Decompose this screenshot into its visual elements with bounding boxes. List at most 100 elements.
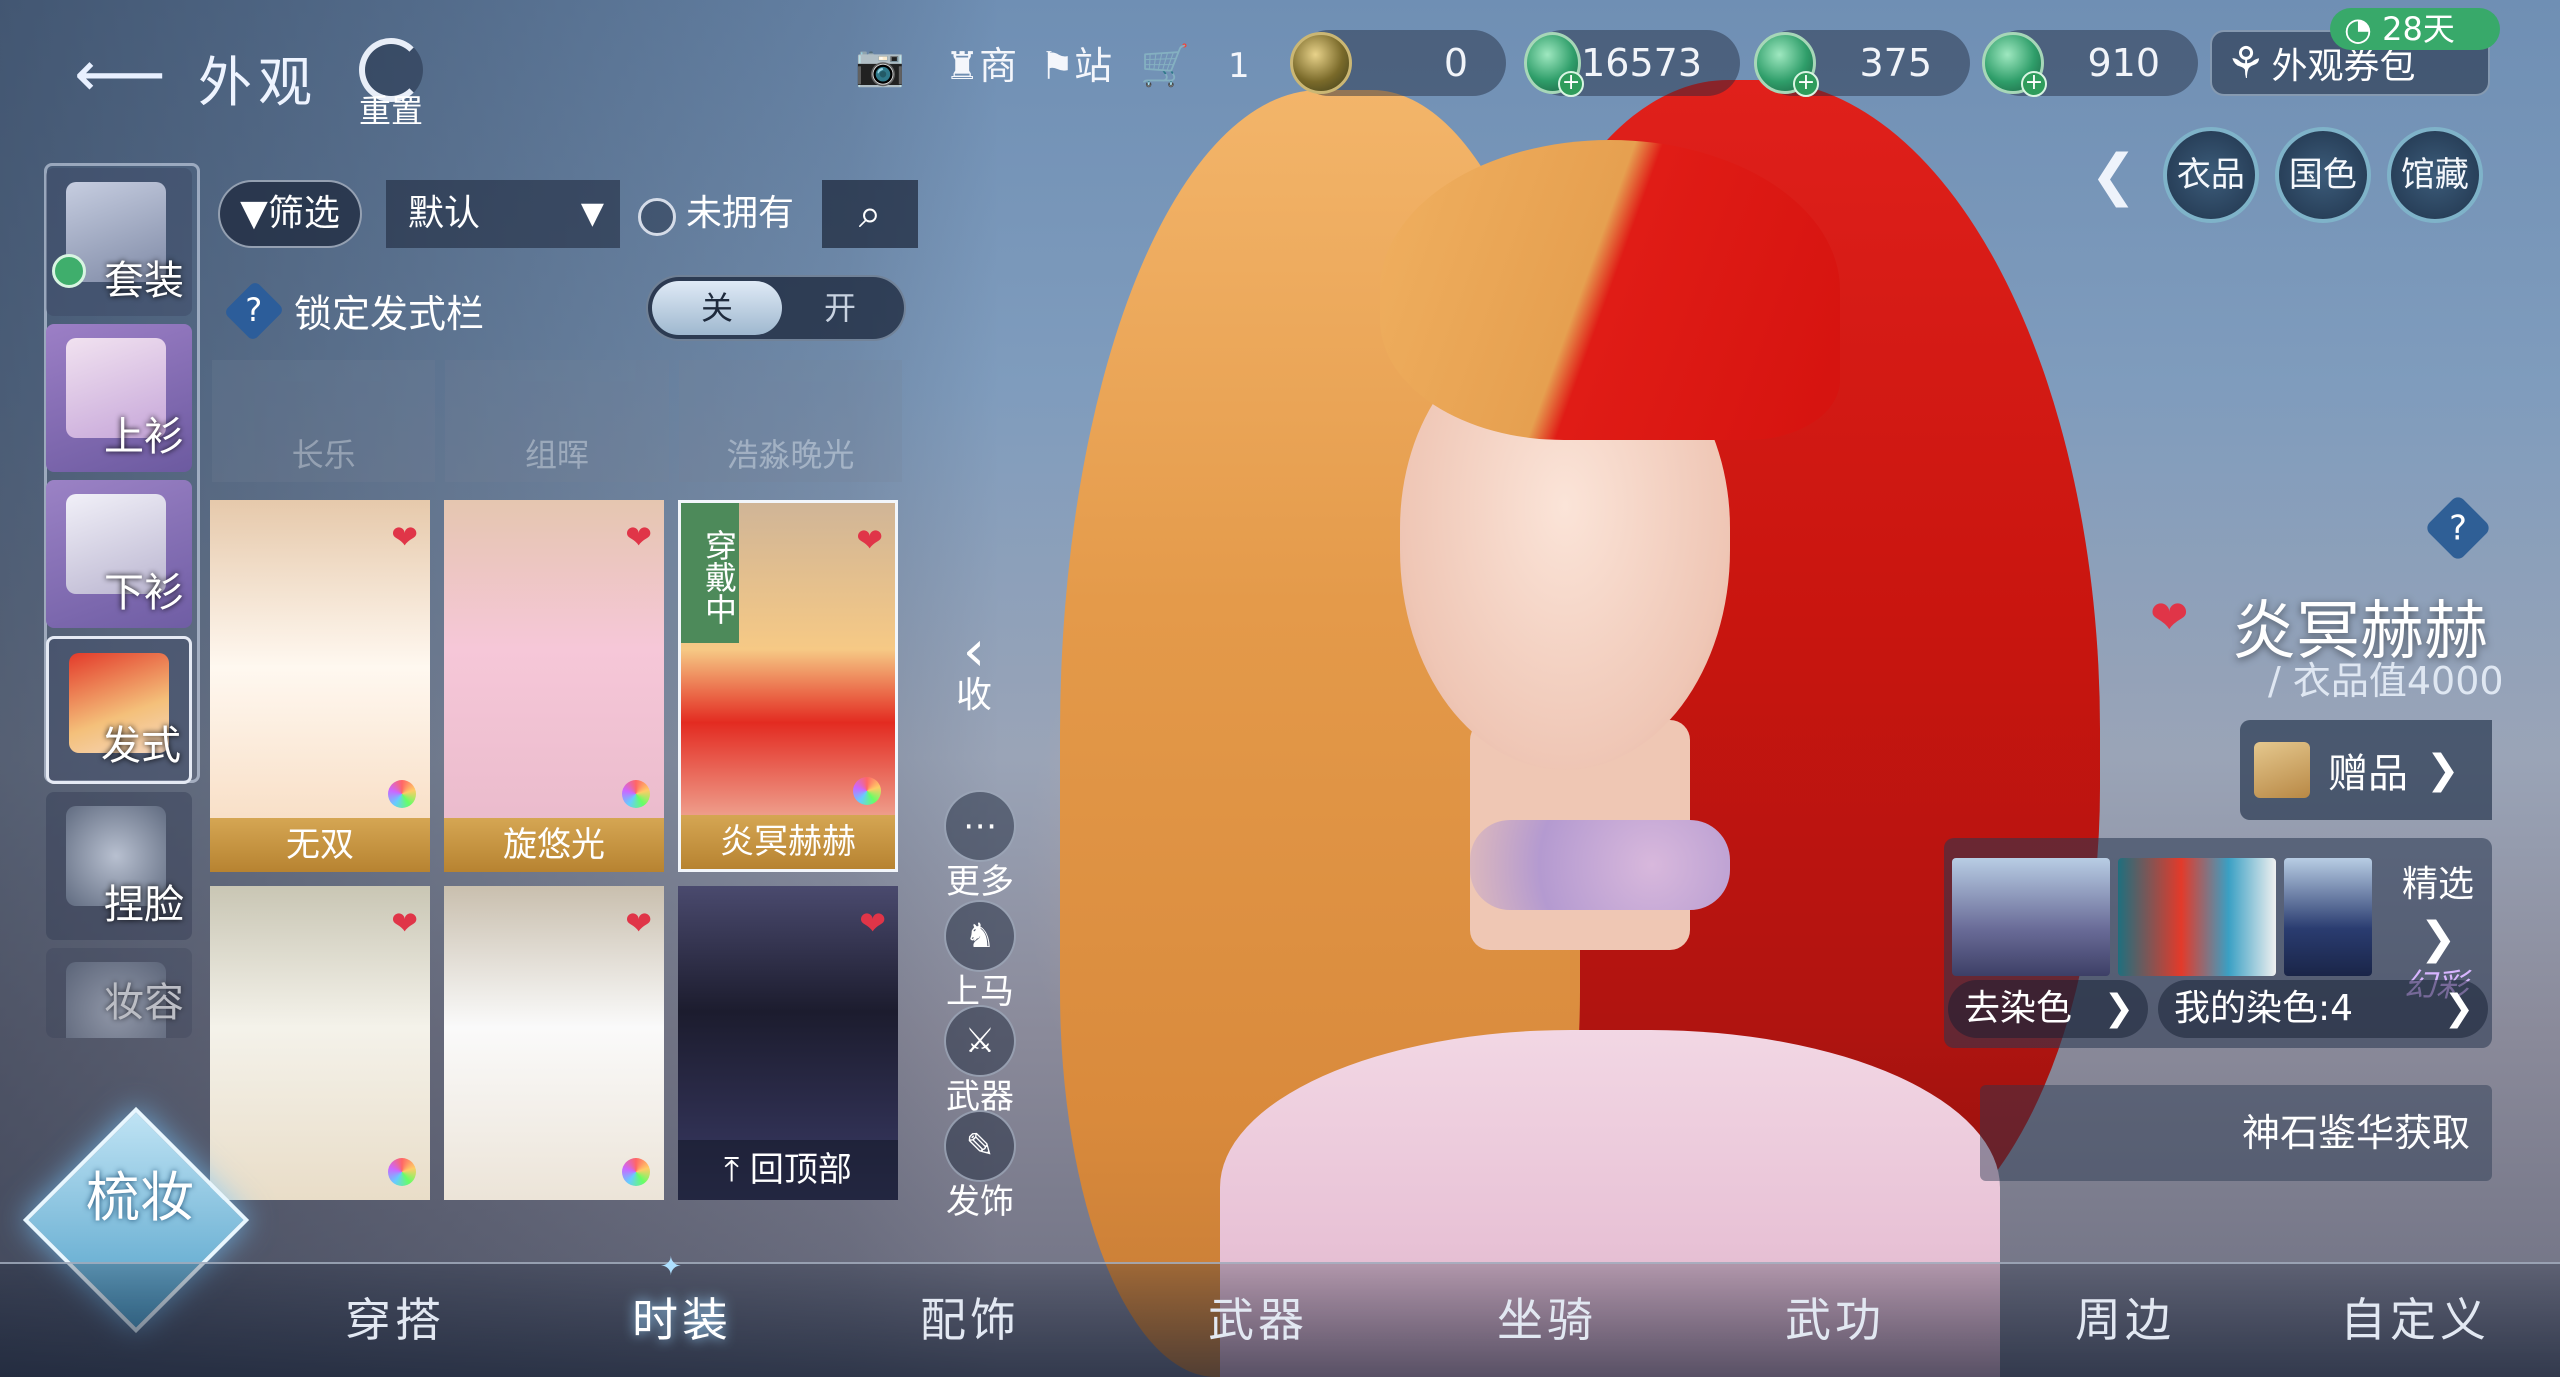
jade-currency-icon: + [1982,32,2047,97]
makeup-label[interactable]: 梳妆 [80,1170,200,1226]
obtain-link[interactable]: 神石鉴华获取 [1980,1085,2492,1181]
favorite-heart-icon[interactable]: ❤ [859,904,886,942]
chevron-right-icon: ❯ [2103,988,2134,1029]
favorite-heart-icon[interactable]: ❤ [625,518,652,556]
station-button[interactable]: ⚑站 [1040,36,1112,96]
plus-icon[interactable]: + [1793,71,1819,97]
back-arrow-icon[interactable]: ⟵ [70,35,170,115]
lock-toggle[interactable]: 关 开 [646,275,906,341]
gift-button[interactable]: 赠品 ❯ [2240,720,2492,820]
wearing-badge: 穿戴中 [681,503,739,643]
chevron-right-icon: ❯ [2443,988,2474,1029]
dye-preview[interactable] [1952,858,2110,976]
sidebar-item-hairstyle[interactable]: 发式 [46,636,192,784]
chevron-right-icon: ❯ [2419,913,2457,964]
gem-currency-icon [1290,32,1352,94]
tab-guancang[interactable]: 馆藏 [2386,127,2483,223]
sword-icon: ⚔ [944,1005,1016,1077]
item-value: / 衣品值4000 [2268,659,2504,703]
list-item[interactable]: 长乐 [212,360,436,482]
featured-button[interactable]: 精选 ❯ [2390,858,2486,966]
list-item[interactable]: 组晖 [445,360,669,482]
tab-accessory[interactable]: 配饰 [920,1284,1020,1350]
voucher-days-badge: ◔ 28天 [2330,8,2500,50]
tab-martial[interactable]: 武功 [1785,1284,1885,1350]
chevron-right-icon: ❯ [2426,747,2460,793]
tab-weapon[interactable]: 武器 [1208,1284,1308,1350]
more-icon: ⋯ [944,790,1016,862]
cart-icon[interactable]: 🛒 [1140,36,1190,96]
sort-dropdown[interactable]: 默认 ▼ [386,180,620,248]
right-tabs: ❮ 衣品 国色 馆藏 [2090,125,2483,225]
weapon-button[interactable]: ⚔ 武器 [938,1005,1022,1118]
chevron-left-icon[interactable]: ❮ [2090,143,2137,208]
tab-guose[interactable]: 国色 [2274,127,2371,223]
hairstyle-card-selected[interactable]: 穿戴中 ❤ 炎冥赫赫 [678,500,898,872]
color-orb-icon [388,780,416,808]
tab-fashion[interactable]: 时装 [632,1284,732,1350]
toggle-off[interactable]: 关 [652,281,782,335]
color-orb-icon [622,780,650,808]
color-orb-icon [622,1158,650,1186]
tab-periphery[interactable]: 周边 [2075,1284,2175,1350]
hairstyle-card[interactable]: ❤ [444,886,664,1200]
jade-currency-icon: + [1524,32,1585,97]
plus-icon[interactable]: + [1558,71,1585,97]
hairstyle-card[interactable]: ❤ [210,886,430,1200]
tab-mount[interactable]: 坐骑 [1497,1284,1597,1350]
filter-row: ▼筛选 默认 ▼ 未拥有 ⌕ [218,180,918,252]
jade-currency-3[interactable]: + 910 [1982,30,2198,97]
favorite-heart-icon[interactable]: ❤ [625,904,652,942]
notice-dot-icon [52,254,86,288]
favorite-heart-icon[interactable]: ❤ [2150,590,2189,644]
favorite-heart-icon[interactable]: ❤ [856,521,883,559]
funnel-icon: ▼ [240,193,268,234]
chevron-left-icon: ‹ [962,619,986,684]
dye-preview[interactable] [2118,858,2276,976]
shop-button[interactable]: ♜商 [945,36,1017,96]
sidebar-item-suit[interactable]: 套装 [46,168,192,316]
radio-icon [638,198,676,236]
hair-accessory-button[interactable]: ✎ 发饰 [938,1110,1022,1223]
horse-icon: ♞ [944,900,1016,972]
toggle-on[interactable]: 开 [790,277,890,339]
tab-custom[interactable]: 自定义 [2340,1284,2490,1350]
jade-currency-2[interactable]: + 375 [1754,30,1970,97]
sidebar-item-face[interactable]: 捏脸 [46,792,192,940]
favorite-heart-icon[interactable]: ❤ [391,518,418,556]
search-icon[interactable]: ⌕ [822,180,918,248]
cart-count: 1 [1228,46,1250,86]
camera-icon[interactable]: 📷 [855,36,905,96]
tab-outfit[interactable]: 穿搭 [345,1284,445,1350]
filter-button[interactable]: ▼筛选 [218,180,362,248]
go-dye-button[interactable]: 去染色 ❯ [1948,980,2148,1038]
help-icon[interactable]: ? [223,280,285,342]
collapse-button[interactable]: ‹ 收 [944,619,1004,718]
hairstyle-card[interactable]: ❤ 无双 [210,500,430,872]
station-icon: ⚑ [1040,44,1075,88]
hairpin-icon: ✎ [944,1110,1016,1182]
shop-icon: ♜ [945,44,980,88]
voucher-icon: ⚘ [2226,37,2266,89]
jade-currency-icon: + [1754,32,1819,97]
unowned-checkbox[interactable]: 未拥有 [632,180,818,248]
back-to-top-button[interactable]: ⤒ 回顶部 [678,1140,898,1200]
gem-currency[interactable]: 0 [1290,30,1506,96]
hairstyle-card[interactable]: ❤ 旋悠光 [444,500,664,872]
dye-panel: 精选 ❯ 幻彩 去染色❯ 我的染色:4❯ [1944,838,2492,1048]
my-dye-button[interactable]: 我的染色:4 ❯ [2158,980,2488,1038]
favorite-heart-icon[interactable]: ❤ [391,904,418,942]
mount-button[interactable]: ♞ 上马 [938,900,1022,1013]
sidebar-item-makeup[interactable]: 妆容 [46,948,192,1038]
more-button[interactable]: ⋯ 更多 [938,790,1022,903]
plus-icon[interactable]: + [2021,71,2047,97]
tab-yipin[interactable]: 衣品 [2162,127,2259,223]
page-title: 外观 [198,51,318,114]
list-item[interactable]: 浩淼晚光 [678,360,902,482]
sidebar-item-top[interactable]: 上衫 [46,324,192,472]
dye-preview[interactable] [2284,858,2372,976]
sidebar-item-bottom[interactable]: 下衫 [46,480,192,628]
hairstyle-card[interactable]: ❤ ⤒ 回顶部 [678,886,898,1200]
reset-button[interactable]: 重置 [346,38,436,138]
jade-currency-1[interactable]: + 16573 [1524,30,1740,97]
